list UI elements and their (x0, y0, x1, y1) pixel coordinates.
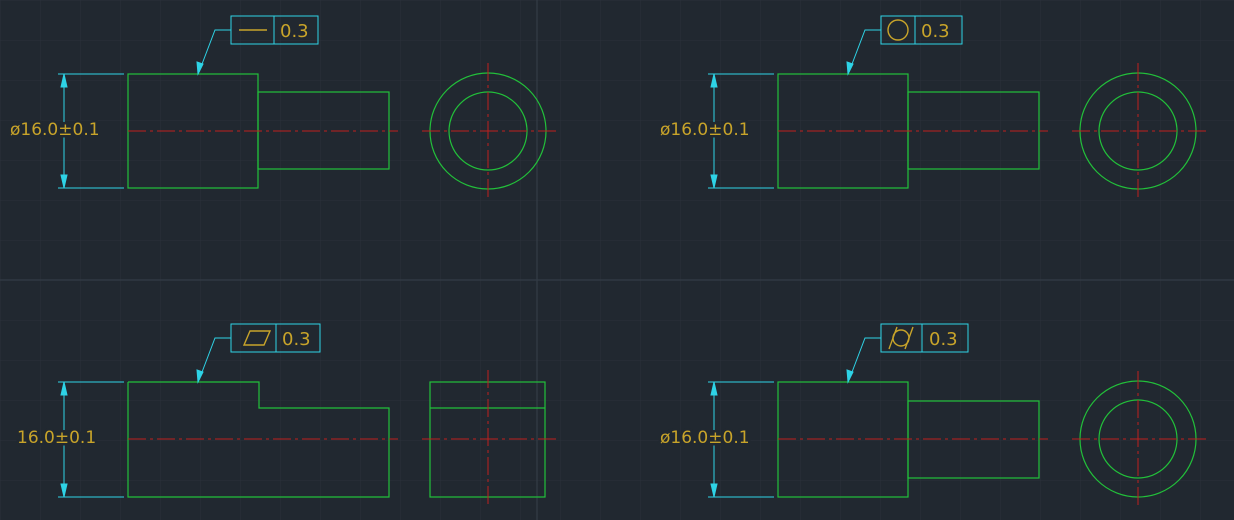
tolerance-value: 0.3 (929, 329, 958, 350)
dimension-text[interactable]: ø16.0±0.1 (8, 118, 103, 143)
dimension-text[interactable]: ø16.0±0.1 (658, 118, 753, 143)
background-grid (0, 0, 1234, 520)
dimension-text[interactable]: 16.0±0.1 (15, 426, 99, 451)
tolerance-value: 0.3 (282, 329, 311, 350)
drawing-canvas[interactable]: ø16.0±0.1 0.3 ø16.0±0.1 0.3 16.0±0.1 0.3… (0, 0, 1234, 520)
tolerance-value: 0.3 (280, 21, 309, 42)
cad-drawing-viewport[interactable]: ø16.0±0.1 0.3 ø16.0±0.1 0.3 16.0±0.1 0.3… (0, 0, 1234, 520)
tolerance-value: 0.3 (921, 21, 950, 42)
dimension-text[interactable]: ø16.0±0.1 (658, 426, 753, 451)
